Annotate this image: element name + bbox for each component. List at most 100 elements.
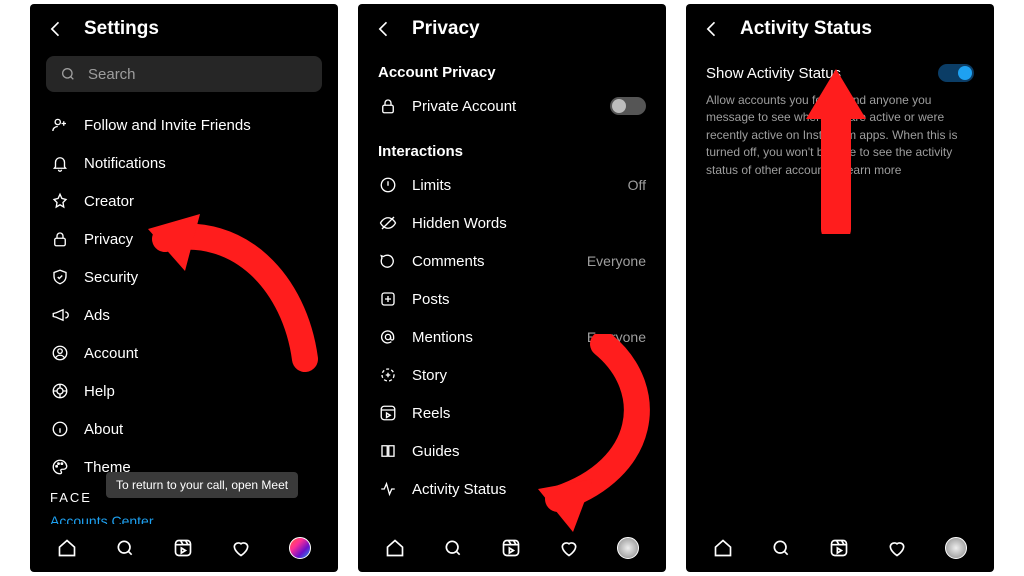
settings-header: Settings bbox=[30, 4, 338, 50]
settings-item-notifications[interactable]: Notifications bbox=[30, 144, 338, 182]
activity-icon bbox=[378, 479, 398, 499]
settings-item-account[interactable]: Account bbox=[30, 334, 338, 372]
lock-icon bbox=[50, 229, 70, 249]
settings-item-label: Follow and Invite Friends bbox=[84, 117, 251, 134]
section-interactions: Interactions bbox=[358, 131, 666, 166]
lock-icon bbox=[378, 96, 398, 116]
posts-icon bbox=[378, 289, 398, 309]
heart-tab-icon[interactable] bbox=[887, 538, 907, 558]
reels-tab-icon[interactable] bbox=[829, 538, 849, 558]
activity-header: Activity Status bbox=[686, 4, 994, 50]
settings-item-label: Creator bbox=[84, 193, 134, 210]
privacy-item-comments[interactable]: Comments Everyone bbox=[358, 242, 666, 280]
privacy-screen: Privacy Account Privacy Private Account … bbox=[358, 4, 666, 572]
settings-screen: Settings Search Follow and Invite Friend… bbox=[30, 4, 338, 572]
privacy-item-label: Activity Status bbox=[412, 481, 506, 498]
privacy-item-value: Everyone bbox=[587, 329, 646, 345]
home-icon[interactable] bbox=[57, 538, 77, 558]
privacy-item-reels[interactable]: Reels bbox=[358, 394, 666, 432]
privacy-header: Privacy bbox=[358, 4, 666, 50]
privacy-item-mentions[interactable]: Mentions Everyone bbox=[358, 318, 666, 356]
settings-item-help[interactable]: Help bbox=[30, 372, 338, 410]
settings-item-ads[interactable]: Ads bbox=[30, 296, 338, 334]
settings-item-privacy[interactable]: Privacy bbox=[30, 220, 338, 258]
privacy-item-value: Off bbox=[628, 177, 646, 193]
reels-tab-icon[interactable] bbox=[501, 538, 521, 558]
privacy-item-label: Limits bbox=[412, 177, 451, 194]
guides-icon bbox=[378, 441, 398, 461]
back-icon[interactable] bbox=[374, 19, 394, 39]
privacy-item-label: Story bbox=[412, 367, 447, 384]
settings-item-creator[interactable]: Creator bbox=[30, 182, 338, 220]
search-input[interactable]: Search bbox=[46, 56, 322, 92]
tab-bar bbox=[686, 524, 994, 572]
settings-item-label: Security bbox=[84, 269, 138, 286]
profile-avatar[interactable] bbox=[289, 537, 311, 559]
settings-list: Follow and Invite Friends Notifications … bbox=[30, 104, 338, 524]
search-tab-icon[interactable] bbox=[115, 538, 135, 558]
settings-item-security[interactable]: Security bbox=[30, 258, 338, 296]
reels-tab-icon[interactable] bbox=[173, 538, 193, 558]
home-icon[interactable] bbox=[713, 538, 733, 558]
back-icon[interactable] bbox=[46, 19, 66, 39]
home-icon[interactable] bbox=[385, 538, 405, 558]
settings-item-label: Privacy bbox=[84, 231, 133, 248]
section-account-privacy: Account Privacy bbox=[358, 52, 666, 87]
privacy-item-private-account[interactable]: Private Account bbox=[358, 87, 666, 125]
show-activity-status-row[interactable]: Show Activity Status bbox=[686, 50, 994, 86]
privacy-item-label: Guides bbox=[412, 443, 460, 460]
search-tab-icon[interactable] bbox=[771, 538, 791, 558]
reels-icon bbox=[378, 403, 398, 423]
bell-icon bbox=[50, 153, 70, 173]
limits-icon bbox=[378, 175, 398, 195]
privacy-title: Privacy bbox=[412, 18, 480, 40]
call-toast[interactable]: To return to your call, open Meet bbox=[106, 472, 298, 498]
activity-title: Activity Status bbox=[740, 18, 872, 40]
privacy-item-label: Reels bbox=[412, 405, 450, 422]
tab-bar bbox=[358, 524, 666, 572]
show-activity-status-toggle[interactable] bbox=[938, 64, 974, 82]
show-activity-status-label: Show Activity Status bbox=[706, 65, 841, 82]
accounts-center-link[interactable]: Accounts Center bbox=[30, 505, 338, 524]
settings-item-label: Ads bbox=[84, 307, 110, 324]
activity-status-description: Allow accounts you follow and anyone you… bbox=[686, 86, 994, 179]
privacy-list: Account Privacy Private Account Interact… bbox=[358, 50, 666, 524]
privacy-item-label: Comments bbox=[412, 253, 485, 270]
privacy-item-story[interactable]: Story bbox=[358, 356, 666, 394]
privacy-item-label: Hidden Words bbox=[412, 215, 507, 232]
person-plus-icon bbox=[50, 115, 70, 135]
privacy-item-posts[interactable]: Posts bbox=[358, 280, 666, 318]
heart-tab-icon[interactable] bbox=[559, 538, 579, 558]
comment-icon bbox=[378, 251, 398, 271]
search-tab-icon[interactable] bbox=[443, 538, 463, 558]
profile-avatar[interactable] bbox=[617, 537, 639, 559]
help-icon bbox=[50, 381, 70, 401]
star-icon bbox=[50, 191, 70, 211]
privacy-item-limits[interactable]: Limits Off bbox=[358, 166, 666, 204]
at-icon bbox=[378, 327, 398, 347]
back-icon[interactable] bbox=[702, 19, 722, 39]
shield-icon bbox=[50, 267, 70, 287]
heart-tab-icon[interactable] bbox=[231, 538, 251, 558]
search-icon bbox=[58, 64, 78, 84]
privacy-item-hidden-words[interactable]: Hidden Words bbox=[358, 204, 666, 242]
settings-item-label: Notifications bbox=[84, 155, 166, 172]
privacy-item-label: Posts bbox=[412, 291, 450, 308]
megaphone-icon bbox=[50, 305, 70, 325]
private-account-toggle[interactable] bbox=[610, 97, 646, 115]
eye-off-icon bbox=[378, 213, 398, 233]
privacy-item-label: Private Account bbox=[412, 98, 516, 115]
privacy-item-activity-status[interactable]: Activity Status bbox=[358, 470, 666, 508]
story-icon bbox=[378, 365, 398, 385]
settings-item-label: Account bbox=[84, 345, 138, 362]
tab-bar bbox=[30, 524, 338, 572]
search-placeholder: Search bbox=[88, 66, 136, 83]
settings-item-about[interactable]: About bbox=[30, 410, 338, 448]
profile-avatar[interactable] bbox=[945, 537, 967, 559]
settings-title: Settings bbox=[84, 18, 159, 40]
settings-item-label: Help bbox=[84, 383, 115, 400]
info-icon bbox=[50, 419, 70, 439]
settings-item-follow-invite[interactable]: Follow and Invite Friends bbox=[30, 106, 338, 144]
settings-item-label: About bbox=[84, 421, 123, 438]
privacy-item-guides[interactable]: Guides bbox=[358, 432, 666, 470]
